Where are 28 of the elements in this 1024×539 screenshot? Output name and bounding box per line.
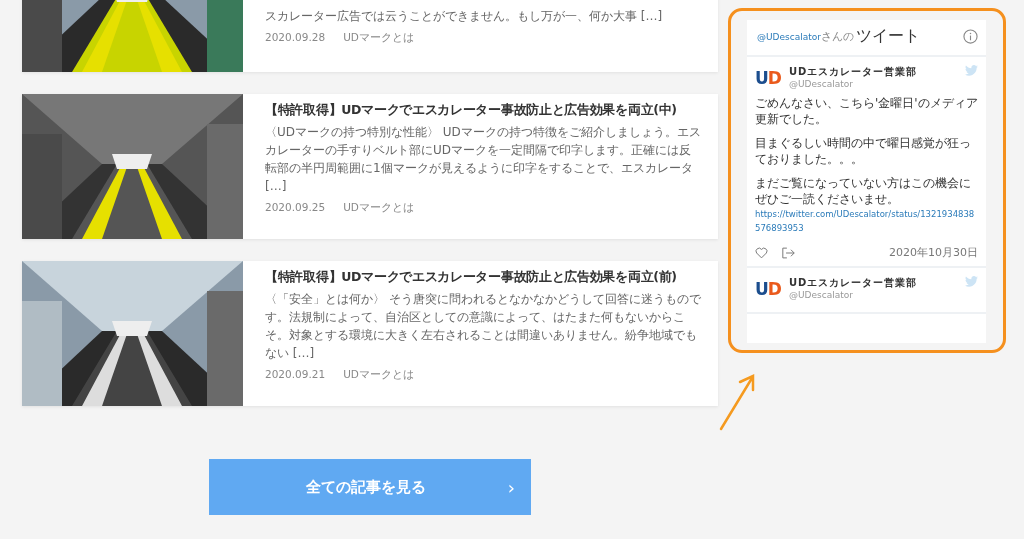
heart-icon[interactable] (755, 246, 768, 259)
article-category[interactable]: UDマークとは (343, 368, 414, 382)
avatar-logo[interactable]: UD (755, 279, 781, 299)
tweet-text: 目まぐるしい時間の中で曜日感覚が狂っておりました。。。 (755, 135, 972, 167)
article-category[interactable]: UDマークとは (343, 201, 414, 215)
tweet-text: ごめんなさい、こちら'金曜日'のメディア更新でした。 (755, 95, 978, 127)
tweet-link[interactable]: https://twitter.com/UDescalator/status/1321934838576893953 (755, 207, 978, 235)
widget-title: ツイート (855, 26, 921, 47)
info-icon[interactable] (963, 29, 978, 44)
widget-handle[interactable]: @UDescalatorさんの (757, 29, 854, 44)
article-title[interactable]: 【特許取得】UDマークでエスカレーター事故防止と広告効果を両立(前) (265, 269, 702, 286)
avatar-logo[interactable]: UD (755, 68, 781, 88)
article-card[interactable]: 【特許取得】UDマークでエスカレーター事故防止と広告効果を両立(中) 〈UDマークの持つ特別な性能〉 UDマークの持つ特徴をご紹介しましょう。エスカレーターの手すりベルト部にUDマークを一定間隔で印字します。正確には反転部の半円周範囲に1個マークが見えるように印字をすることで、エスカレータ […] 2020.09.25 UDマークとは (22, 94, 718, 239)
article-excerpt: 〈「安全」とは何か〉 そう唐突に問われるとなかなかどうして回答に迷うものです。法規制によって、自治区としての意識によって、はたまた何もないからこそ。対象とする環境に大きく左右されることは間違いありません。紛争地域でもない […] (265, 291, 702, 362)
tweet-text: まだご覧になっていない方はこの機会にぜひご一読くださいませ。 (755, 175, 972, 207)
account-name[interactable]: UDエスカレーター営業部 (788, 276, 957, 290)
article-date: 2020.09.21 (265, 368, 326, 382)
article-excerpt: 〈UDマークの持つ特別な性能〉 UDマークの持つ特徴をご紹介しましょう。エスカレーターの手すりベルト部にUDマークを一定間隔で印字します。正確には反転部の半円周範囲に1個マークが見えるように印字をすることで、エスカレータ […] (265, 124, 702, 195)
article-card[interactable]: スカレーター広告では云うことができません。もし万が一、何か大事 […] 2020.09.28 UDマークとは (22, 0, 718, 72)
article-date: 2020.09.25 (265, 201, 326, 215)
article-title[interactable]: 【特許取得】UDマークでエスカレーター事故防止と広告効果を両立(中) (265, 102, 702, 119)
article-category[interactable]: UDマークとは (343, 31, 414, 45)
article-date: 2020.09.28 (265, 31, 326, 45)
share-icon[interactable] (782, 246, 795, 259)
account-name[interactable]: UDエスカレーター営業部 (788, 65, 957, 79)
article-card[interactable]: 【特許取得】UDマークでエスカレーター事故防止と広告効果を両立(前) 〈「安全」とは何か〉 そう唐突に問われるとなかなかどうして回答に迷うものです。法規制によって、自治区としての意識によって、はたまた何もないからこそ。対象とする環境に大きく左右されることは間違いありません。紛争地域でもない […] 2020.09.21 UDマークとは (22, 261, 718, 406)
article-excerpt: スカレーター広告では云うことができません。もし万が一、何か大事 […] (265, 8, 663, 25)
tweet-date[interactable]: 2020年10月30日 (889, 245, 978, 260)
